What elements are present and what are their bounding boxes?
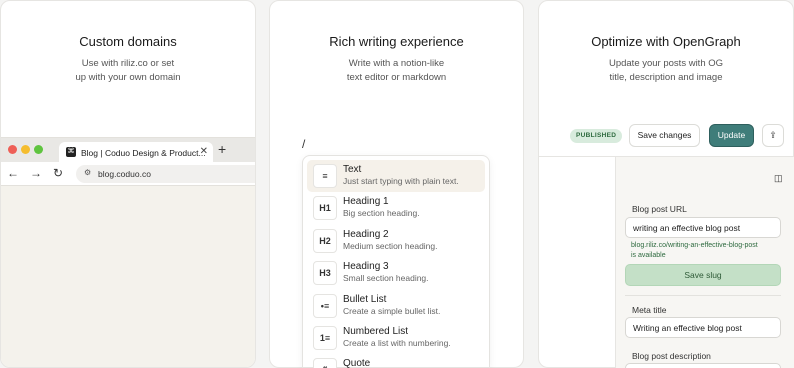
new-tab-icon[interactable]: + (218, 141, 226, 157)
menu-item-text[interactable]: ≡ Text Just start typing with plain text… (307, 160, 485, 192)
save-changes-button[interactable]: Save changes (629, 124, 700, 147)
text-icon: ≡ (313, 164, 337, 188)
reload-icon[interactable]: ↻ (53, 166, 63, 180)
heading-3-icon: H3 (313, 261, 337, 286)
forward-arrow-icon[interactable]: → (30, 166, 42, 180)
update-button[interactable]: Update (709, 124, 754, 147)
slash-command-menu: ≡ Text Just start typing with plain text… (302, 155, 490, 368)
quote-icon: ❝ (313, 358, 337, 368)
close-window-dot[interactable] (8, 145, 17, 154)
site-favicon-icon: ⌘ (66, 147, 76, 157)
menu-item-heading-2[interactable]: H2 Heading 2 Medium section heading. (307, 225, 485, 257)
heading-2-icon: H2 (313, 228, 337, 253)
divider (625, 295, 781, 296)
card-description: Update your posts with OG title, descrip… (608, 58, 724, 83)
url-text: blog.coduo.co (98, 169, 151, 179)
menu-item-heading-1[interactable]: H1 Heading 1 Big section heading. (307, 192, 485, 224)
card-description: Write with a notion-like text editor or … (346, 58, 447, 83)
minimize-window-dot[interactable] (21, 145, 30, 154)
custom-domains-card: Custom domains Use with riliz.co or set … (0, 0, 256, 368)
menu-item-numbered-list[interactable]: 1≡ Numbered List Create a list with numb… (307, 322, 485, 354)
maximize-window-dot[interactable] (34, 145, 43, 154)
close-tab-icon[interactable]: ✕ (200, 146, 208, 157)
heading-1-icon: H1 (313, 196, 337, 221)
share-button[interactable]: ⇪ (762, 124, 784, 147)
browser-tab-bar: ⌘ Blog | Coduo Design & Product... ✕ + (1, 138, 255, 162)
toggle-panel-icon[interactable]: ◫ (774, 173, 783, 184)
address-bar[interactable]: ⚙ blog.coduo.co (76, 165, 255, 183)
card-title: Optimize with OpenGraph (591, 34, 741, 49)
url-field-label: Blog post URL (632, 204, 687, 214)
menu-item-bullet-list[interactable]: •≡ Bullet List Create a simple bullet li… (307, 290, 485, 322)
browser-mock: ⌘ Blog | Coduo Design & Product... ✕ + ←… (1, 137, 255, 367)
save-slug-button[interactable]: Save slug (625, 264, 781, 286)
features-section: Custom domains Use with riliz.co or set … (0, 0, 794, 368)
description-label: Blog post description (632, 351, 711, 361)
meta-title-label: Meta title (632, 305, 667, 315)
menu-item-quote[interactable]: ❝ Quote (307, 354, 485, 368)
share-icon: ⇪ (769, 130, 777, 140)
card-title: Custom domains (79, 34, 177, 49)
card-description: Use with riliz.co or set up with your ow… (75, 58, 181, 83)
numbered-list-icon: 1≡ (313, 325, 337, 350)
slash-command-input[interactable]: / (302, 137, 305, 151)
browser-nav-bar: ← → ↻ ⚙ blog.coduo.co (1, 162, 255, 186)
description-input[interactable] (625, 363, 781, 368)
back-arrow-icon[interactable]: ← (7, 166, 19, 180)
status-badge: PUBLISHED (570, 129, 623, 143)
site-settings-icon[interactable]: ⚙ (84, 168, 91, 177)
browser-tab[interactable]: ⌘ Blog | Coduo Design & Product... ✕ (59, 142, 213, 162)
bullet-list-icon: •≡ (313, 293, 337, 318)
meta-title-input[interactable]: Writing an effective blog post (625, 317, 781, 338)
url-availability-text: blog.riliz.co/writing-an-effective-blog-… (631, 242, 758, 259)
tab-title: Blog | Coduo Design & Product... (81, 148, 206, 158)
card-title: Rich writing experience (329, 34, 464, 49)
menu-item-heading-3[interactable]: H3 Heading 3 Small section heading. (307, 257, 485, 289)
blog-url-input[interactable]: writing an effective blog post (625, 217, 781, 238)
